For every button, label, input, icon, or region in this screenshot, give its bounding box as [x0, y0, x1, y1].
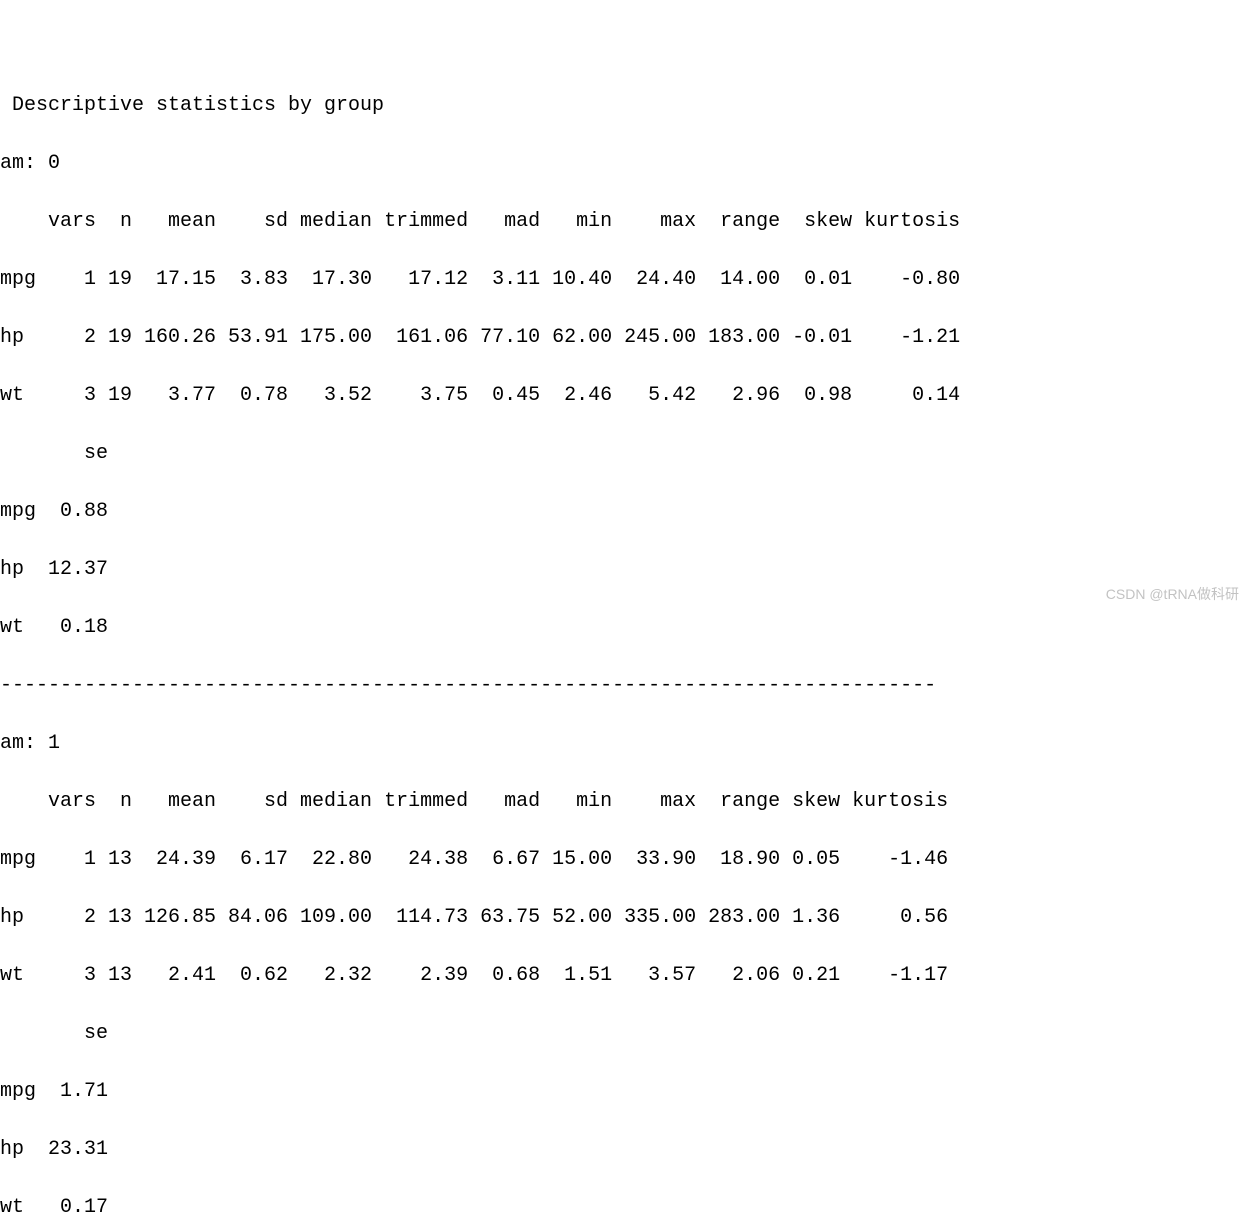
group-1-header: vars n mean sd median trimmed mad min ma…	[0, 787, 1247, 816]
group-1-se-wt: wt 0.17	[0, 1193, 1247, 1220]
group-0-header: vars n mean sd median trimmed mad min ma…	[0, 207, 1247, 236]
group-0-row-hp: hp 2 19 160.26 53.91 175.00 161.06 77.10…	[0, 323, 1247, 352]
watermark-text: CSDN @tRNA做科研	[1106, 584, 1239, 604]
group-0-se-wt: wt 0.18	[0, 613, 1247, 642]
group-1-se-hp: hp 23.31	[0, 1135, 1247, 1164]
group-1-row-mpg: mpg 1 13 24.39 6.17 22.80 24.38 6.67 15.…	[0, 845, 1247, 874]
title-line: Descriptive statistics by group	[0, 91, 1247, 120]
group-1-row-hp: hp 2 13 126.85 84.06 109.00 114.73 63.75…	[0, 903, 1247, 932]
group-0-row-mpg: mpg 1 19 17.15 3.83 17.30 17.12 3.11 10.…	[0, 265, 1247, 294]
group-0-se-mpg: mpg 0.88	[0, 497, 1247, 526]
group-0-label: am: 0	[0, 149, 1247, 178]
group-1-row-wt: wt 3 13 2.41 0.62 2.32 2.39 0.68 1.51 3.…	[0, 961, 1247, 990]
separator-line: ----------------------------------------…	[0, 671, 1247, 700]
group-1-se-header: se	[0, 1019, 1247, 1048]
group-0-se-header: se	[0, 439, 1247, 468]
group-1-se-mpg: mpg 1.71	[0, 1077, 1247, 1106]
group-0-row-wt: wt 3 19 3.77 0.78 3.52 3.75 0.45 2.46 5.…	[0, 381, 1247, 410]
group-1-label: am: 1	[0, 729, 1247, 758]
group-0-se-hp: hp 12.37	[0, 555, 1247, 584]
